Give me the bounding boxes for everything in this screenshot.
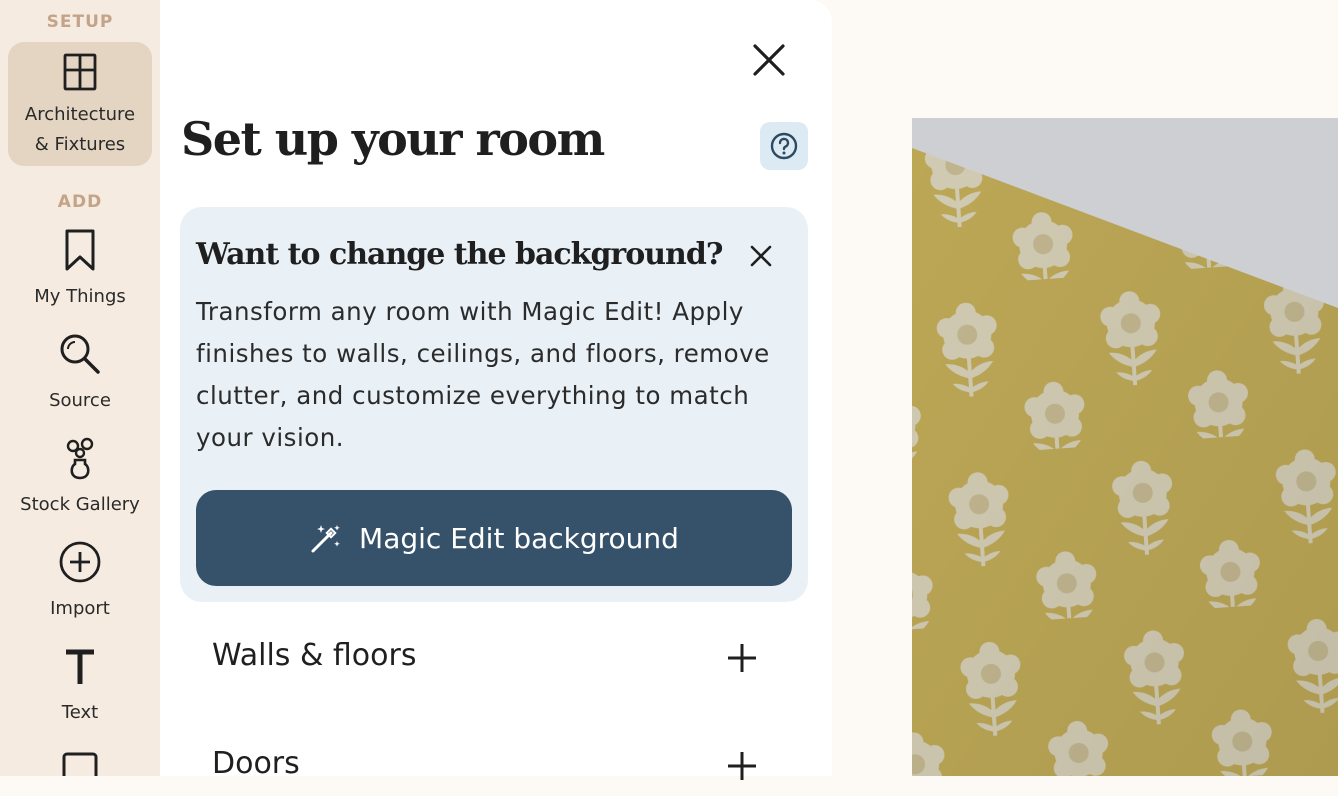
sidebar-item-text[interactable]: Text: [8, 644, 152, 734]
add-heading: ADD: [57, 192, 103, 212]
search-icon: [60, 334, 100, 374]
page-title: Set up your room: [181, 112, 605, 166]
sidebar-item-label: Text: [61, 702, 99, 723]
sidebar-item-architecture-fixtures[interactable]: Architecture & Fixtures: [8, 42, 152, 166]
setup-heading: SETUP: [46, 12, 114, 32]
sidebar-item-source[interactable]: Source: [8, 332, 152, 422]
sidebar-item-label: Import: [50, 598, 110, 619]
sidebar-item-label: My Things: [34, 286, 126, 307]
magic-edit-promo-card: Want to change the background? Transform…: [180, 207, 808, 602]
sidebar-item-import[interactable]: Import: [8, 540, 152, 630]
sidebar-item-shape[interactable]: [8, 748, 152, 776]
promo-description: Transform any room with Magic Edit! Appl…: [196, 297, 770, 452]
sidebar-item-stock-gallery[interactable]: Stock Gallery: [8, 436, 152, 526]
expand-plus-icon: [728, 752, 756, 780]
flower-vase-icon: [66, 437, 94, 480]
help-button[interactable]: [760, 122, 808, 170]
square-shape-icon: [62, 752, 98, 776]
sidebar-item-label: & Fixtures: [34, 134, 126, 155]
window-frame-icon: [63, 53, 97, 91]
room-canvas[interactable]: [912, 118, 1338, 776]
promo-title: Want to change the background?: [196, 237, 723, 272]
bookmark-icon: [65, 229, 95, 271]
expand-plus-icon: [728, 644, 756, 672]
close-promo-icon[interactable]: [746, 241, 776, 271]
sidebar-item-label: Source: [49, 390, 111, 411]
plus-circle-icon: [59, 541, 101, 583]
close-panel-icon[interactable]: [751, 42, 787, 78]
walls-floors-section[interactable]: Walls & floors: [212, 628, 772, 688]
section-label: Walls & floors: [212, 638, 417, 673]
magic-edit-background-button[interactable]: Magic Edit background: [196, 490, 792, 586]
magic-edit-button-label: Magic Edit background: [359, 521, 679, 555]
room-photo: [912, 118, 1338, 776]
question-circle-icon: [770, 132, 798, 160]
sidebar-item-label: Architecture: [24, 104, 136, 125]
setup-room-panel: Set up your room Want to change the back…: [160, 0, 832, 781]
doors-section[interactable]: Doors: [212, 736, 772, 796]
sidebar-item-my-things[interactable]: My Things: [8, 228, 152, 318]
sidebar-item-label: Stock Gallery: [20, 494, 140, 515]
magic-wand-icon: [311, 525, 340, 553]
text-t-icon: [66, 649, 94, 684]
left-sidebar: SETUP Architecture & Fixtures ADD My Thi…: [0, 0, 160, 776]
